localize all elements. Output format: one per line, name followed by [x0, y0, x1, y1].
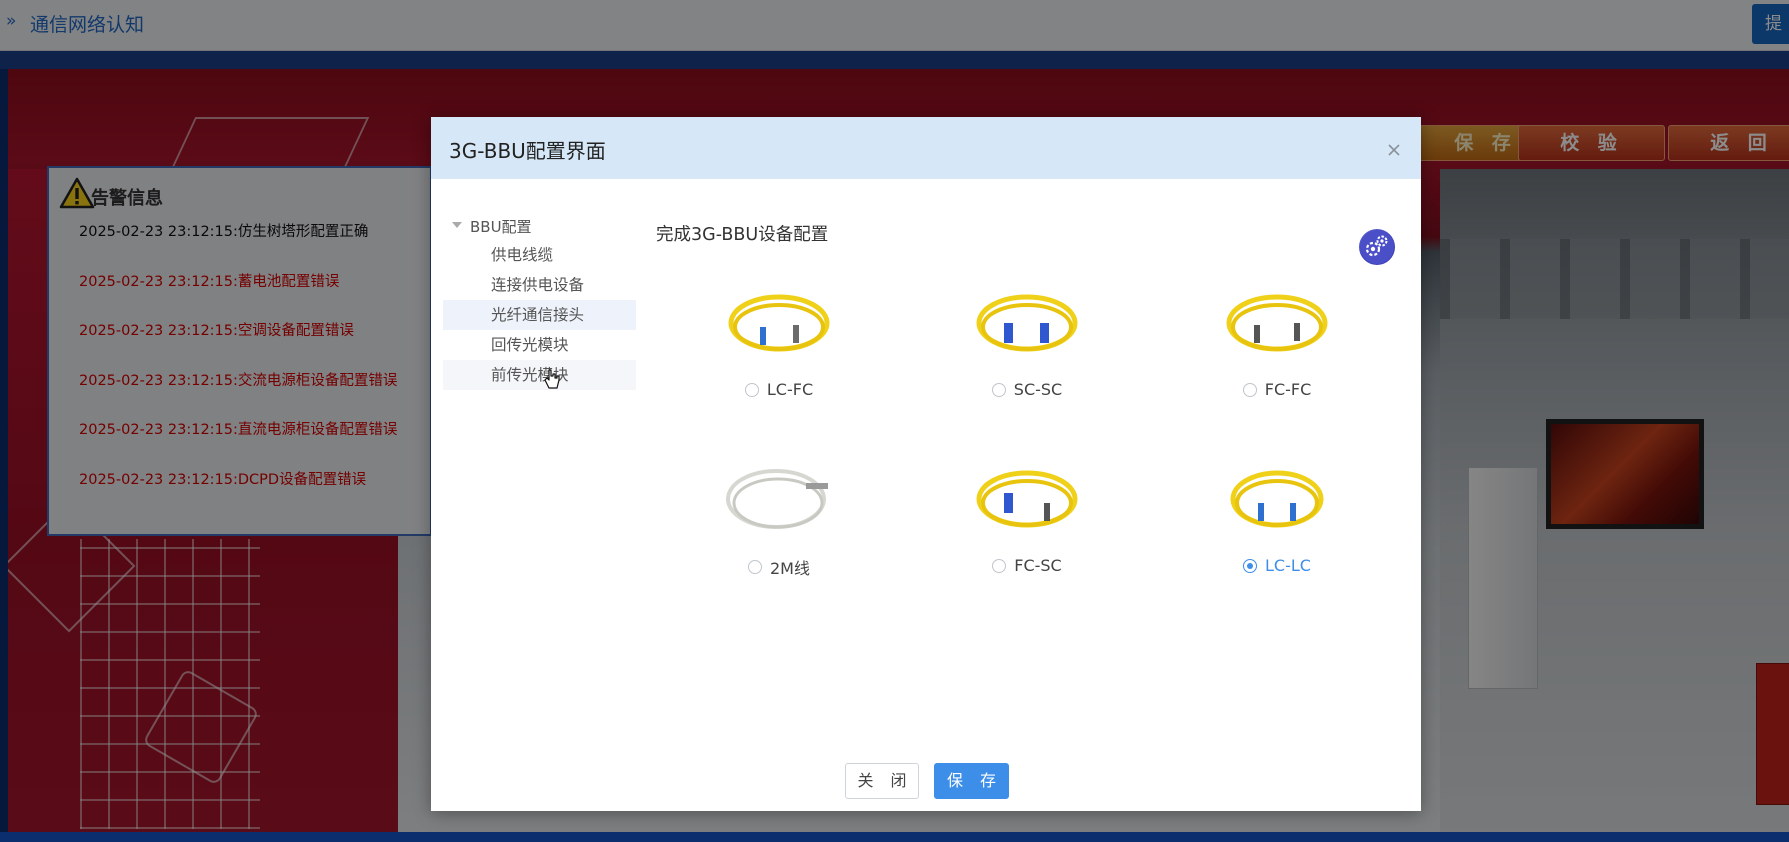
radio-2m-cable[interactable]: 2M线	[709, 555, 849, 579]
tree-item-fiber-connector[interactable]: 光纤通信接头	[443, 300, 636, 330]
radio-circle[interactable]	[748, 560, 762, 574]
option-2m-cable[interactable]: 2M线	[709, 459, 849, 579]
radio-fc-fc[interactable]: FC-FC	[1207, 379, 1347, 403]
close-icon[interactable]	[1385, 141, 1403, 159]
option-lc-fc[interactable]: LC-FC	[709, 283, 849, 403]
radio-sc-sc[interactable]: SC-SC	[957, 379, 1097, 403]
tree-root-label: BBU配置	[470, 218, 532, 236]
radio-lc-fc[interactable]: LC-FC	[709, 379, 849, 403]
tree-item-fronthaul-module[interactable]: 前传光模块	[443, 360, 636, 390]
fiber-cable-sc-sc-image	[976, 294, 1078, 352]
tree-item-power-cable[interactable]: 供电线缆	[443, 240, 636, 270]
tree-item-backhaul-module[interactable]: 回传光模块	[443, 330, 636, 360]
radio-label: FC-FC	[1264, 380, 1312, 399]
radio-circle[interactable]	[744, 382, 759, 397]
dialog-title: 3G-BBU配置界面	[449, 139, 606, 163]
config-tree: BBU配置 供电线缆 连接供电设备 光纤通信接头 回传光模块 前传光模块	[443, 214, 636, 390]
dialog-close-button[interactable]: 关 闭	[845, 763, 919, 799]
settings-gear-icon[interactable]	[1359, 229, 1395, 265]
dialog-save-button[interactable]: 保 存	[934, 763, 1009, 799]
fiber-cable-fc-fc-image	[1226, 294, 1328, 352]
mouse-pointer-icon	[544, 369, 560, 389]
radio-label: 2M线	[770, 559, 810, 578]
radio-fc-sc[interactable]: FC-SC	[957, 555, 1097, 579]
tree-item-connect-power[interactable]: 连接供电设备	[443, 270, 636, 300]
fiber-cable-fc-sc-image	[976, 470, 1078, 528]
cable-2m-image	[726, 469, 828, 529]
radio-circle[interactable]	[992, 558, 1007, 573]
radio-circle[interactable]	[991, 382, 1006, 397]
radio-label: SC-SC	[1013, 380, 1063, 399]
dialog-header: 3G-BBU配置界面	[431, 117, 1421, 179]
radio-label: FC-SC	[1014, 556, 1062, 575]
option-lc-lc[interactable]: LC-LC	[1207, 459, 1347, 579]
content-title: 完成3G-BBU设备配置	[656, 225, 829, 245]
option-fc-fc[interactable]: FC-FC	[1207, 283, 1347, 403]
bbu-config-dialog: 3G-BBU配置界面 BBU配置 供电线缆 连接供电设备 光纤通信接头 回传光模…	[431, 117, 1421, 811]
fiber-cable-lc-fc-image	[728, 294, 830, 352]
bottom-strip	[0, 832, 1789, 842]
radio-label: LC-LC	[1265, 556, 1311, 575]
caret-down-icon[interactable]	[452, 222, 462, 228]
option-sc-sc[interactable]: SC-SC	[957, 283, 1097, 403]
tree-root-bbu[interactable]: BBU配置	[443, 214, 636, 240]
radio-circle-checked[interactable]	[1243, 558, 1258, 573]
radio-label: LC-FC	[766, 380, 814, 399]
option-fc-sc[interactable]: FC-SC	[957, 459, 1097, 579]
fiber-cable-lc-lc-image	[1230, 470, 1324, 528]
radio-lc-lc[interactable]: LC-LC	[1207, 555, 1347, 579]
radio-circle[interactable]	[1242, 382, 1257, 397]
